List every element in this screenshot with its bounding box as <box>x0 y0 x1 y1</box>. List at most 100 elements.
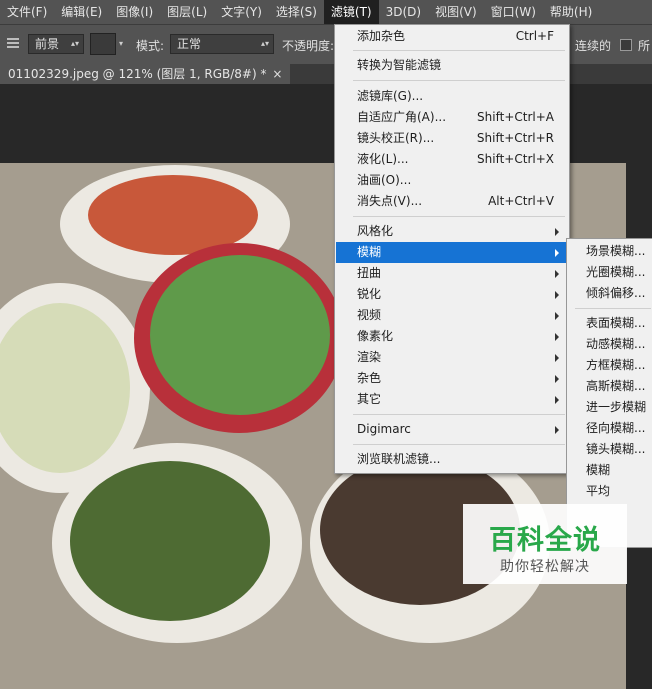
menu-file[interactable]: 文件(F) <box>0 0 54 24</box>
submenu-arrow-icon <box>555 426 559 434</box>
menu-item-lens-correction[interactable]: 镜头校正(R)... Shift+Ctrl+R <box>336 128 568 149</box>
menu-item-pixelate[interactable]: 像素化 <box>336 326 568 347</box>
blur-submenu: 场景模糊... 光圈模糊... 倾斜偏移... 表面模糊... 动感模糊... … <box>566 238 652 548</box>
menu-3d[interactable]: 3D(D) <box>379 0 428 24</box>
menu-item-stylize[interactable]: 风格化 <box>336 221 568 242</box>
menu-edit[interactable]: 编辑(E) <box>54 0 109 24</box>
submenu-item-label: 光圈模糊... <box>586 265 646 279</box>
menu-item-label: 渲染 <box>357 350 382 364</box>
submenu-arrow-icon <box>555 228 559 236</box>
tool-grip-icon[interactable] <box>7 38 19 50</box>
submenu-arrow-icon <box>555 354 559 362</box>
menu-item-liquify[interactable]: 液化(L)... Shift+Ctrl+X <box>336 149 568 170</box>
menu-view[interactable]: 视图(V) <box>428 0 484 24</box>
menu-item-filter-gallery[interactable]: 滤镜库(G)... <box>336 86 568 107</box>
menu-item-digimarc[interactable]: Digimarc <box>336 419 568 440</box>
menu-item-label: 像素化 <box>357 329 394 343</box>
menu-item-render[interactable]: 渲染 <box>336 347 568 368</box>
submenu-item-average[interactable]: 平均 <box>567 481 652 502</box>
menu-divider <box>353 216 565 217</box>
menu-item-label: 自适应广角(A)... <box>357 110 447 124</box>
menu-layer[interactable]: 图层(L) <box>160 0 214 24</box>
mode-value: 正常 <box>177 37 202 51</box>
menu-item-label: 风格化 <box>357 224 394 238</box>
submenu-item-label: 高斯模糊... <box>586 379 646 393</box>
menu-item-label: 视频 <box>357 308 382 322</box>
menu-item-distort[interactable]: 扭曲 <box>336 263 568 284</box>
submenu-arrow-icon <box>555 333 559 341</box>
pattern-swatch[interactable] <box>90 33 116 55</box>
menu-item-label: 浏览联机滤镜... <box>357 452 441 466</box>
all-layers-label: 所 <box>638 39 651 53</box>
submenu-item-label: 动感模糊... <box>586 337 646 351</box>
submenu-item-gaussian-blur[interactable]: 高斯模糊... <box>567 376 652 397</box>
menu-item-shortcut: Shift+Ctrl+X <box>477 152 554 166</box>
submenu-item-label: 倾斜偏移... <box>586 286 646 300</box>
submenu-item-tilt-shift[interactable]: 倾斜偏移... <box>567 283 652 304</box>
submenu-item-lens-blur[interactable]: 镜头模糊... <box>567 439 652 460</box>
menu-item-vanishing-point[interactable]: 消失点(V)... Alt+Ctrl+V <box>336 191 568 212</box>
menu-help[interactable]: 帮助(H) <box>543 0 599 24</box>
menu-item-shortcut: Shift+Ctrl+A <box>477 110 554 124</box>
mode-stepper-icon: ▴▾ <box>260 39 269 48</box>
cucumber-dish <box>150 255 330 415</box>
mode-select[interactable]: 正常 ▴▾ <box>170 34 274 54</box>
menu-window[interactable]: 窗口(W) <box>484 0 543 24</box>
menu-item-label: 扭曲 <box>357 266 382 280</box>
menu-image[interactable]: 图像(I) <box>109 0 160 24</box>
submenu-item-iris-blur[interactable]: 光圈模糊... <box>567 262 652 283</box>
menu-item-video[interactable]: 视频 <box>336 305 568 326</box>
close-icon[interactable]: × <box>272 64 282 84</box>
submenu-item-label: 平均 <box>586 484 611 498</box>
menu-item-blur[interactable]: 模糊 <box>336 242 568 263</box>
menu-type[interactable]: 文字(Y) <box>214 0 269 24</box>
watermark-title: 百科全说 <box>489 525 601 556</box>
menu-item-label: 杂色 <box>357 371 382 385</box>
submenu-item-label: 方框模糊... <box>586 358 646 372</box>
contiguous-label: 连续的 <box>575 39 612 53</box>
submenu-item-label: 模糊 <box>586 463 611 477</box>
menu-item-oil-paint[interactable]: 油画(O)... <box>336 170 568 191</box>
submenu-item-box-blur[interactable]: 方框模糊... <box>567 355 652 376</box>
mode-label: 模式: <box>136 39 165 53</box>
menu-item-label: 转换为智能滤镜 <box>357 58 442 72</box>
menu-item-label: 模糊 <box>357 245 382 259</box>
menu-item-label: 消失点(V)... <box>357 194 423 208</box>
menu-item-shortcut: Alt+Ctrl+V <box>488 194 554 208</box>
submenu-item-label: 表面模糊... <box>586 316 646 330</box>
document-title: 01102329.jpeg @ 121% (图层 1, RGB/8#) * <box>8 67 267 81</box>
submenu-item-blur[interactable]: 模糊 <box>567 460 652 481</box>
submenu-arrow-icon <box>555 270 559 278</box>
pattern-dropdown-icon[interactable]: ▾ <box>119 39 123 48</box>
submenu-item-radial-blur[interactable]: 径向模糊... <box>567 418 652 439</box>
greens-dish <box>70 461 270 621</box>
menu-item-browse-online[interactable]: 浏览联机滤镜... <box>336 449 568 470</box>
submenu-item-label: 场景模糊... <box>586 244 646 258</box>
submenu-arrow-icon <box>555 396 559 404</box>
submenu-item-field-blur[interactable]: 场景模糊... <box>567 241 652 262</box>
menu-item-noise[interactable]: 杂色 <box>336 368 568 389</box>
submenu-arrow-icon <box>555 375 559 383</box>
menu-item-other[interactable]: 其它 <box>336 389 568 410</box>
submenu-item-surface-blur[interactable]: 表面模糊... <box>567 313 652 334</box>
menu-item-sharpen[interactable]: 锐化 <box>336 284 568 305</box>
menu-item-add-noise[interactable]: 添加杂色 Ctrl+F <box>336 26 568 47</box>
submenu-item-blur-more[interactable]: 进一步模糊 <box>567 397 652 418</box>
menu-item-label: 镜头校正(R)... <box>357 131 435 145</box>
watermark: 百科全说 助你轻松解决 <box>463 504 627 584</box>
menu-item-adaptive-wide-angle[interactable]: 自适应广角(A)... Shift+Ctrl+A <box>336 107 568 128</box>
menu-divider <box>353 444 565 445</box>
submenu-item-motion-blur[interactable]: 动感模糊... <box>567 334 652 355</box>
menu-filter[interactable]: 滤镜(T) <box>323 0 379 24</box>
menu-item-convert-smart[interactable]: 转换为智能滤镜 <box>336 55 568 76</box>
source-select[interactable]: 前景 ▴▾ <box>28 34 84 54</box>
menu-select[interactable]: 选择(S) <box>269 0 324 24</box>
filter-menu: 添加杂色 Ctrl+F 转换为智能滤镜 滤镜库(G)... 自适应广角(A)..… <box>334 24 570 474</box>
menu-item-label: Digimarc <box>357 422 411 436</box>
document-tab[interactable]: 01102329.jpeg @ 121% (图层 1, RGB/8#) * × <box>0 64 291 84</box>
all-layers-checkbox[interactable] <box>620 39 632 51</box>
menu-item-shortcut: Shift+Ctrl+R <box>476 131 554 145</box>
opacity-label: 不透明度: <box>282 39 335 53</box>
menu-item-label: 滤镜库(G)... <box>357 89 424 103</box>
menu-item-label: 添加杂色 <box>357 29 406 43</box>
